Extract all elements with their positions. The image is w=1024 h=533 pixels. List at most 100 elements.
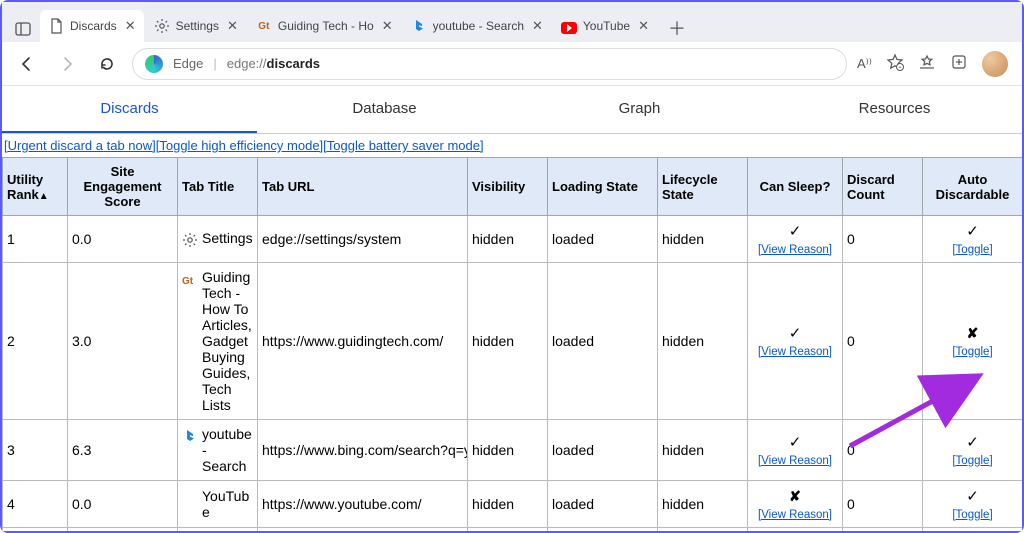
tab-close-icon[interactable]: ✕ <box>638 18 649 34</box>
cell-title: YouTube <box>178 481 258 528</box>
toggle-link[interactable]: [Toggle] <box>952 346 992 358</box>
browser-tab[interactable]: Settings✕ <box>146 10 246 42</box>
page-tab-resources[interactable]: Resources <box>767 86 1022 133</box>
tab-favicon <box>154 18 170 34</box>
urgent-discard-link[interactable]: [Urgent discard a tab now] <box>4 138 156 153</box>
col-rank[interactable]: Utility Rank▲ <box>3 158 68 216</box>
cell-url: https://www.bing.com/search?q=yo <box>258 420 468 481</box>
tab-label: YouTube <box>583 19 630 33</box>
col-url[interactable]: Tab URL <box>258 158 468 216</box>
cell-lifecycle: hidden <box>658 263 748 420</box>
view-reason-link[interactable]: [View Reason] <box>758 244 832 256</box>
col-loading[interactable]: Loading State <box>548 158 658 216</box>
view-reason-link[interactable]: [View Reason] <box>758 509 832 521</box>
toggle-link[interactable]: [Toggle] <box>952 244 992 256</box>
page-tab-graph[interactable]: Graph <box>512 86 767 133</box>
page-tab-discards[interactable]: Discards <box>2 86 257 133</box>
cell-count: 0 <box>843 481 923 528</box>
collections-icon[interactable] <box>950 53 968 74</box>
tab-favicon <box>411 18 427 34</box>
cell-sleep: ✓ [View Reason] <box>748 216 843 263</box>
col-count[interactable]: Discard Count <box>843 158 923 216</box>
check-icon: ✓ <box>966 488 979 505</box>
cell-loading: loaded <box>548 481 658 528</box>
page-tab-database[interactable]: Database <box>257 86 512 133</box>
table-row: 23.0GtGuiding Tech - How To Articles, Ga… <box>3 263 1023 420</box>
tab-label: Discards <box>70 19 117 33</box>
read-aloud-icon[interactable]: A⁾⁾ <box>857 56 872 72</box>
cell-count: 0 <box>843 216 923 263</box>
forward-button[interactable] <box>52 49 82 79</box>
row-favicon <box>182 428 198 444</box>
cell-score: 6.3 <box>68 420 178 481</box>
col-lifecycle[interactable]: Lifecycle State <box>658 158 748 216</box>
col-score[interactable]: Site Engagement Score <box>68 158 178 216</box>
browser-tab[interactable]: youtube - Search ✕ <box>403 10 551 42</box>
cell-lifecycle: hidden <box>658 481 748 528</box>
toggle-link[interactable]: [Toggle] <box>952 509 992 521</box>
cell-count: 0 <box>843 420 923 481</box>
page-tabs: Discards Database Graph Resources <box>2 86 1022 134</box>
cell-rank: 3 <box>3 420 68 481</box>
address-bar[interactable]: Edge | edge://discards <box>132 48 847 80</box>
svg-text:+: + <box>899 65 902 71</box>
new-tab-button[interactable]: ＋ <box>663 14 691 42</box>
cross-icon: ✘ <box>789 488 801 504</box>
browser-tab[interactable]: YouTube ✕ <box>553 10 657 42</box>
back-button[interactable] <box>12 49 42 79</box>
cell-sleep: ✓[View Reason] <box>748 263 843 420</box>
col-visibility[interactable]: Visibility <box>468 158 548 216</box>
tab-close-icon[interactable]: ✕ <box>125 18 136 34</box>
check-icon: ✓ <box>966 223 979 240</box>
cell-visibility: visible <box>468 528 548 532</box>
cell-count: 0 <box>843 263 923 420</box>
tab-close-icon[interactable]: ✕ <box>227 18 238 34</box>
tab-close-icon[interactable]: ✕ <box>382 18 393 34</box>
tab-actions-icon[interactable] <box>10 16 36 42</box>
toggle-battery-link[interactable]: [Toggle battery saver mode] <box>323 138 483 153</box>
toolbar: Edge | edge://discards A⁾⁾ + <box>2 42 1022 86</box>
cell-visibility: hidden <box>468 420 548 481</box>
col-sleep[interactable]: Can Sleep? <box>748 158 843 216</box>
tab-strip: Discards✕Settings✕GtGuiding Tech - Ho✕yo… <box>2 2 1022 42</box>
cell-visibility: hidden <box>468 216 548 263</box>
cell-lifecycle: hidden <box>658 420 748 481</box>
cell-title: GtGuiding Tech - How To Articles, Gadget… <box>178 263 258 420</box>
cell-loading: loaded <box>548 420 658 481</box>
address-url: edge://discards <box>227 56 320 71</box>
row-favicon <box>182 490 198 506</box>
cell-url: edge://discards/ <box>258 528 468 532</box>
refresh-button[interactable] <box>92 49 122 79</box>
col-auto[interactable]: Auto Discardable <box>923 158 1023 216</box>
check-icon: ✓ <box>789 434 802 451</box>
cell-score: 0.0 <box>68 216 178 263</box>
toggle-efficiency-link[interactable]: [Toggle high efficiency mode] <box>156 138 323 153</box>
address-brand: Edge <box>173 56 203 71</box>
toggle-link[interactable]: [Toggle] <box>952 455 992 467</box>
tab-label: youtube - Search <box>433 19 524 33</box>
tab-favicon <box>561 18 577 34</box>
favorite-icon[interactable]: + <box>886 53 904 74</box>
tab-label: Guiding Tech - Ho <box>278 19 374 33</box>
cell-rank: 1 <box>3 216 68 263</box>
cell-sleep: ✘ [View Reason] <box>748 481 843 528</box>
view-reason-link[interactable]: [View Reason] <box>758 346 832 358</box>
cell-loading: loaded <box>548 216 658 263</box>
profile-avatar[interactable] <box>982 51 1008 77</box>
page-content: Discards Database Graph Resources [Urgen… <box>2 86 1022 531</box>
cell-auto: ✓[Toggle] <box>923 420 1023 481</box>
tab-close-icon[interactable]: ✕ <box>532 18 543 34</box>
view-reason-link[interactable]: [View Reason] <box>758 455 832 467</box>
cell-rank: 4 <box>3 481 68 528</box>
col-title[interactable]: Tab Title <box>178 158 258 216</box>
cell-visibility: hidden <box>468 481 548 528</box>
check-icon: ✓ <box>789 223 802 240</box>
browser-tab[interactable]: Discards ✕ <box>40 10 144 42</box>
browser-tab[interactable]: GtGuiding Tech - Ho✕ <box>248 10 401 42</box>
row-favicon: Gt <box>182 271 198 287</box>
cell-title: Settings <box>178 216 258 263</box>
cell-count: 0 <box>843 528 923 532</box>
cell-title: youtube - Search <box>178 420 258 481</box>
table-row: 40.0YouTubehttps://www.youtube.com/hidde… <box>3 481 1023 528</box>
favorites-list-icon[interactable] <box>918 53 936 74</box>
